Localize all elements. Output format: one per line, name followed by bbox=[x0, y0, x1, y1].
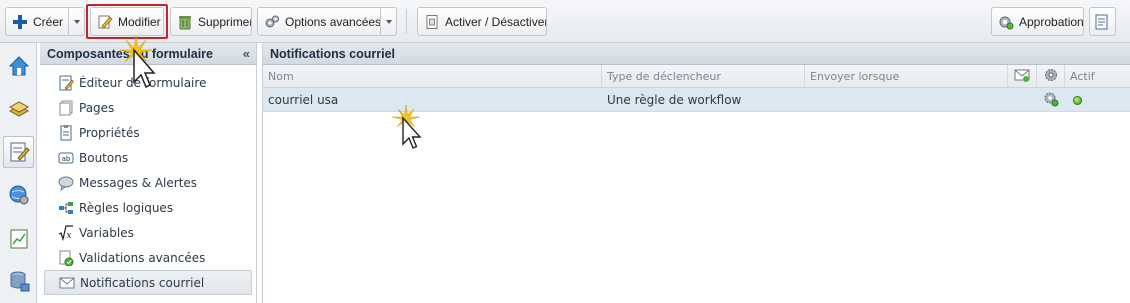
delete-button[interactable]: Supprimer bbox=[170, 7, 252, 36]
validation-icon bbox=[57, 249, 75, 267]
speech-bubble-icon bbox=[57, 174, 75, 192]
column-header-send-when[interactable]: Envoyer lorsque bbox=[805, 65, 1008, 88]
component-advanced-validations[interactable]: Validations avancées bbox=[44, 245, 252, 270]
component-email-notifications[interactable]: Notifications courriel bbox=[44, 270, 252, 295]
email-notifications-panel: Notifications courriel Nom Type de décle… bbox=[262, 43, 1130, 303]
column-header-active[interactable]: Actif bbox=[1065, 65, 1130, 88]
plus-icon bbox=[12, 14, 28, 30]
collapse-panel-button[interactable]: « bbox=[243, 46, 250, 61]
chevron-down-icon bbox=[385, 19, 392, 24]
email-notifications-title: Notifications courriel bbox=[270, 46, 396, 61]
component-logic-rules[interactable]: Règles logiques bbox=[44, 195, 252, 220]
home-icon[interactable] bbox=[3, 50, 34, 82]
column-header-email[interactable] bbox=[1008, 65, 1037, 88]
mouse-pointer-click-icon bbox=[391, 105, 422, 149]
envelope-icon bbox=[58, 274, 76, 292]
stack-icon[interactable] bbox=[3, 93, 34, 125]
toggle-active-button[interactable]: Activer / Désactiver bbox=[417, 7, 547, 36]
component-label: Notifications courriel bbox=[80, 275, 205, 290]
column-header-label: Envoyer lorsque bbox=[810, 70, 900, 83]
component-variables[interactable]: x Variables bbox=[44, 220, 252, 245]
envelope-check-icon bbox=[1014, 67, 1030, 86]
form-info-icon bbox=[1094, 14, 1110, 30]
properties-icon bbox=[57, 124, 75, 142]
create-label: Créer bbox=[33, 14, 64, 29]
settings-gear-icon[interactable] bbox=[1043, 91, 1059, 110]
delete-label: Supprimer bbox=[198, 14, 252, 29]
component-properties[interactable]: Propriétés bbox=[44, 120, 252, 145]
cell-send-when bbox=[805, 88, 1008, 112]
toolbar-separator bbox=[406, 9, 407, 34]
advanced-options-dropdown-toggle[interactable] bbox=[381, 7, 397, 36]
component-label: Règles logiques bbox=[79, 200, 174, 215]
logic-rules-icon bbox=[57, 199, 75, 217]
toggle-active-label: Activer / Désactiver bbox=[445, 14, 547, 29]
svg-text:x: x bbox=[66, 231, 71, 241]
cell-name: courriel usa bbox=[268, 93, 339, 107]
component-messages-alerts[interactable]: Messages & Alertes bbox=[44, 170, 252, 195]
form-editor-icon bbox=[57, 74, 75, 92]
pages-icon bbox=[57, 99, 75, 117]
component-pages[interactable]: Pages bbox=[44, 95, 252, 120]
approval-label: Approbation bbox=[1019, 14, 1084, 29]
create-dropdown-toggle[interactable] bbox=[69, 7, 85, 36]
sqrt-x-icon: x bbox=[57, 224, 75, 242]
form-edit-icon[interactable] bbox=[3, 136, 34, 168]
column-header-name[interactable]: Nom bbox=[263, 65, 602, 88]
component-label: Variables bbox=[79, 225, 134, 240]
chevron-down-icon bbox=[73, 19, 80, 24]
column-header-trigger-type[interactable]: Type de déclencheur bbox=[602, 65, 805, 88]
cell-active[interactable] bbox=[1065, 88, 1130, 112]
approval-button[interactable]: Approbation bbox=[991, 7, 1084, 36]
advanced-options-button[interactable]: Options avancées bbox=[257, 7, 381, 36]
column-header-label: Actif bbox=[1070, 70, 1095, 83]
chart-icon[interactable] bbox=[3, 223, 34, 255]
active-status-icon bbox=[1073, 95, 1082, 105]
column-header-label: Type de déclencheur bbox=[607, 70, 721, 83]
globe-settings-icon[interactable] bbox=[3, 179, 34, 211]
component-label: Validations avancées bbox=[79, 250, 206, 265]
form-components-list: Éditeur de formulaire Pages Propriétés a… bbox=[40, 65, 256, 295]
toolbar: Créer Modifier Supprimer Options avancée… bbox=[0, 0, 1130, 43]
component-label: Boutons bbox=[79, 150, 129, 165]
create-button[interactable]: Créer bbox=[5, 7, 69, 36]
grid-header: Nom Type de déclencheur Envoyer lorsque … bbox=[263, 65, 1130, 88]
component-buttons[interactable]: ab Boutons bbox=[44, 145, 252, 170]
component-label: Messages & Alertes bbox=[79, 175, 198, 190]
email-notifications-header: Notifications courriel bbox=[263, 43, 1130, 65]
component-label: Pages bbox=[79, 100, 115, 115]
database-icon[interactable] bbox=[3, 265, 34, 297]
buttons-icon: ab bbox=[57, 149, 75, 167]
advanced-options-label: Options avancées bbox=[285, 14, 381, 29]
cell-settings[interactable] bbox=[1037, 88, 1065, 112]
cell-email bbox=[1008, 88, 1037, 112]
gear-icon bbox=[1043, 67, 1059, 86]
component-label: Propriétés bbox=[79, 125, 140, 140]
column-header-label: Nom bbox=[268, 70, 294, 83]
approval-gear-icon bbox=[998, 14, 1014, 30]
column-header-settings[interactable] bbox=[1037, 65, 1065, 88]
cell-trigger-type: Une règle de workflow bbox=[607, 93, 742, 107]
form-info-button[interactable] bbox=[1089, 7, 1116, 36]
gears-icon bbox=[264, 14, 280, 30]
trash-icon bbox=[177, 14, 193, 30]
svg-text:ab: ab bbox=[62, 155, 71, 163]
toggle-page-icon bbox=[424, 14, 440, 30]
left-icon-rail bbox=[0, 43, 37, 303]
mouse-pointer-click-icon bbox=[119, 35, 156, 89]
